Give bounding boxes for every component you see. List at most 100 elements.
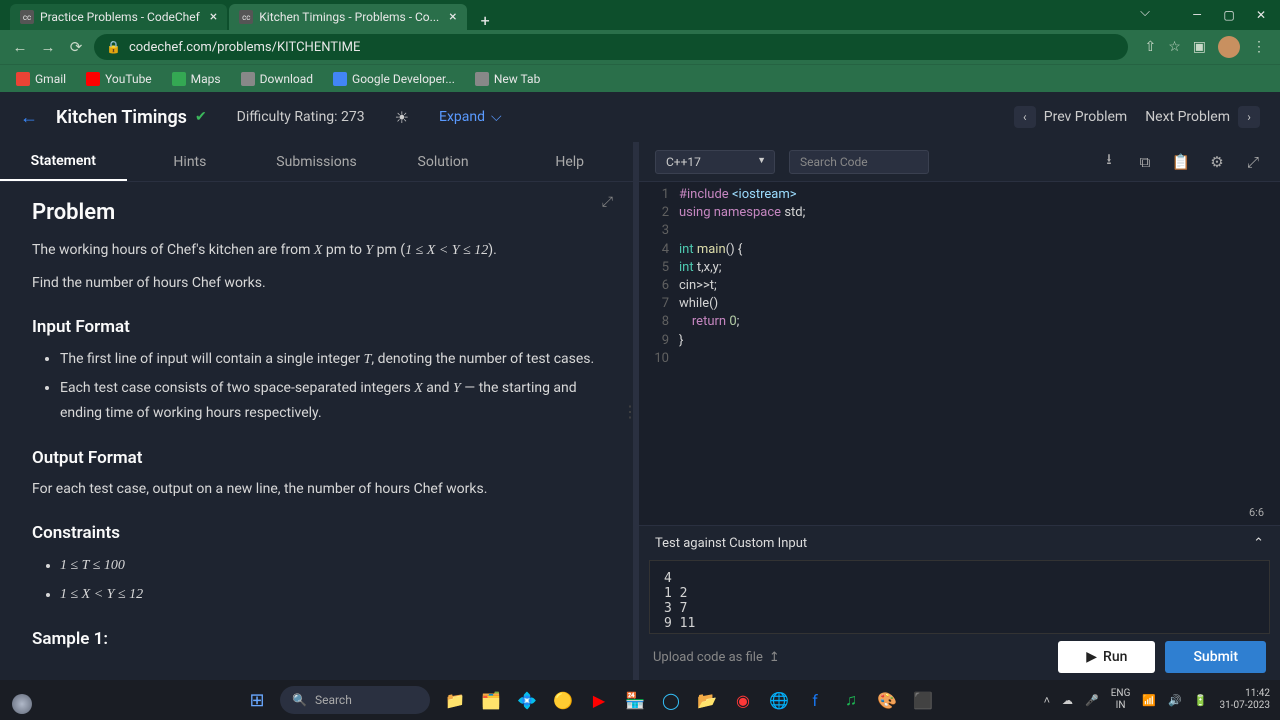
- avatar[interactable]: [1218, 36, 1240, 58]
- browser-tab-strip: cc Practice Problems - CodeChef × cc Kit…: [0, 0, 1280, 30]
- list-item: The first line of input will contain a s…: [60, 347, 601, 372]
- url-bar[interactable]: 🔒 codechef.com/problems/KITCHENTIME: [94, 34, 1128, 60]
- next-problem-button[interactable]: Next Problem›: [1145, 106, 1260, 128]
- problem-text: The working hours of Chef's kitchen are …: [32, 239, 601, 262]
- custom-input[interactable]: 4 1 2 3 7 9 11: [649, 560, 1270, 634]
- taskbar-app[interactable]: f: [800, 685, 830, 715]
- tab-help[interactable]: Help: [506, 142, 633, 181]
- close-icon[interactable]: ×: [210, 9, 217, 25]
- battery-icon[interactable]: 🔋: [1194, 694, 1208, 707]
- expand-button[interactable]: Expand⌵: [439, 109, 502, 125]
- wifi-icon[interactable]: 📶: [1142, 694, 1156, 707]
- back-arrow-icon[interactable]: ←: [20, 107, 38, 128]
- search-code-input[interactable]: Search Code: [789, 150, 929, 174]
- upload-code-link[interactable]: Upload code as file↥: [653, 650, 780, 665]
- language-select[interactable]: C++17: [655, 150, 775, 174]
- tab-solution[interactable]: Solution: [380, 142, 507, 181]
- chevron-down-icon[interactable]: ⌵: [1140, 5, 1150, 20]
- submit-button[interactable]: Submit: [1165, 641, 1266, 673]
- taskbar-app[interactable]: 🗂️: [476, 685, 506, 715]
- tab-title: Kitchen Timings - Problems - Co...: [259, 10, 439, 24]
- clock[interactable]: 11:4231-07-2023: [1220, 688, 1271, 712]
- chevron-up-icon[interactable]: ⌃: [1253, 536, 1264, 551]
- problem-text: Find the number of hours Chef works.: [32, 272, 601, 294]
- taskbar-app[interactable]: 💠: [512, 685, 542, 715]
- taskbar-app[interactable]: ◉: [728, 685, 758, 715]
- taskbar-app[interactable]: ▶: [584, 685, 614, 715]
- chevron-up-icon[interactable]: ˄: [1044, 694, 1050, 707]
- close-icon[interactable]: ×: [449, 9, 456, 25]
- gear-icon[interactable]: ⚙: [1206, 153, 1228, 171]
- output-format-heading: Output Format: [32, 448, 601, 468]
- bookmark-star-icon[interactable]: ☆: [1168, 39, 1181, 55]
- io-header[interactable]: Test against Custom Input ⌃: [639, 526, 1280, 560]
- bookmark[interactable]: Google Developer...: [327, 69, 461, 89]
- problem-body[interactable]: ⤢ Problem The working hours of Chef's ki…: [0, 182, 633, 680]
- start-button[interactable]: ⊞: [240, 686, 274, 714]
- taskbar-search[interactable]: 🔍 Search: [280, 686, 430, 714]
- prev-problem-button[interactable]: ‹Prev Problem: [1014, 106, 1127, 128]
- taskbar-app[interactable]: 🌐: [764, 685, 794, 715]
- theme-toggle-icon[interactable]: ☀: [395, 108, 409, 127]
- expand-icon[interactable]: ⤢: [602, 194, 613, 210]
- close-button[interactable]: ✕: [1246, 4, 1276, 26]
- back-button[interactable]: ←: [10, 38, 30, 56]
- difficulty-badge: Difficulty Rating: 273: [237, 109, 365, 125]
- chevron-down-icon: ⌵: [491, 109, 502, 125]
- io-panel: Test against Custom Input ⌃ 4 1 2 3 7 9 …: [639, 525, 1280, 680]
- list-item: 1 ≤ X < Y ≤ 12: [60, 582, 601, 607]
- bookmarks-bar: Gmail YouTube Maps Download Google Devel…: [0, 64, 1280, 92]
- gmail-icon: [16, 72, 30, 86]
- paste-icon[interactable]: 📋: [1170, 153, 1192, 171]
- taskbar-app[interactable]: 🎨: [872, 685, 902, 715]
- constraints-heading: Constraints: [32, 523, 601, 543]
- code-editor[interactable]: 12345678910 #include <iostream> using na…: [639, 182, 1280, 525]
- tab-statement[interactable]: Statement: [0, 142, 127, 181]
- menu-icon[interactable]: ⋮: [1252, 39, 1266, 55]
- minimize-button[interactable]: —: [1182, 4, 1212, 26]
- taskbar-app[interactable]: 📂: [692, 685, 722, 715]
- onedrive-icon[interactable]: ☁: [1062, 694, 1073, 707]
- tab-hints[interactable]: Hints: [127, 142, 254, 181]
- fullscreen-icon[interactable]: ⤢: [1242, 153, 1264, 171]
- bookmark[interactable]: Gmail: [10, 69, 72, 89]
- bookmark[interactable]: YouTube: [80, 69, 158, 89]
- share-icon[interactable]: ⇧: [1144, 39, 1156, 55]
- extensions-icon[interactable]: ▣: [1193, 39, 1206, 55]
- browser-tab[interactable]: cc Kitchen Timings - Problems - Co... ×: [229, 4, 466, 30]
- reload-button[interactable]: ⟳: [66, 38, 86, 56]
- taskbar-app[interactable]: 🟡: [548, 685, 578, 715]
- editor-toolbar: C++17 Search Code ⭳ ⧉ 📋 ⚙ ⤢: [639, 142, 1280, 182]
- weather-widget[interactable]: [12, 694, 32, 714]
- download-icon: [241, 72, 255, 86]
- mic-icon[interactable]: 🎤: [1085, 694, 1099, 707]
- problem-header: ← Kitchen Timings ✔ Difficulty Rating: 2…: [0, 92, 1280, 142]
- taskbar-app[interactable]: ⬛: [908, 685, 938, 715]
- language-indicator[interactable]: ENGIN: [1111, 688, 1131, 712]
- problem-tabs: Statement Hints Submissions Solution Hel…: [0, 142, 633, 182]
- tab-submissions[interactable]: Submissions: [253, 142, 380, 181]
- new-tab-button[interactable]: +: [475, 11, 496, 30]
- download-icon[interactable]: ⭳: [1098, 149, 1120, 174]
- run-button[interactable]: ▶Run: [1058, 641, 1155, 673]
- problem-heading: Problem: [32, 200, 601, 225]
- list-item: Each test case consists of two space-sep…: [60, 376, 601, 426]
- taskbar-app[interactable]: 🏪: [620, 685, 650, 715]
- copy-icon[interactable]: ⧉: [1134, 153, 1156, 171]
- problem-title: Kitchen Timings: [56, 107, 187, 128]
- problem-pane: Statement Hints Submissions Solution Hel…: [0, 142, 633, 680]
- bookmark[interactable]: New Tab: [469, 69, 546, 89]
- chevron-right-icon: ›: [1238, 106, 1260, 128]
- taskbar-app[interactable]: 📁: [440, 685, 470, 715]
- taskbar-app[interactable]: ♫: [836, 685, 866, 715]
- taskbar-app[interactable]: ◯: [656, 685, 686, 715]
- browser-tab[interactable]: cc Practice Problems - CodeChef ×: [10, 4, 227, 30]
- maximize-button[interactable]: ▢: [1214, 4, 1244, 26]
- forward-button[interactable]: →: [38, 38, 58, 56]
- window-controls: — ▢ ✕: [1182, 4, 1276, 26]
- volume-icon[interactable]: 🔊: [1168, 694, 1182, 707]
- lock-icon: 🔒: [106, 40, 121, 54]
- bookmark[interactable]: Maps: [166, 69, 227, 89]
- bookmark[interactable]: Download: [235, 69, 319, 89]
- chevron-left-icon: ‹: [1014, 106, 1036, 128]
